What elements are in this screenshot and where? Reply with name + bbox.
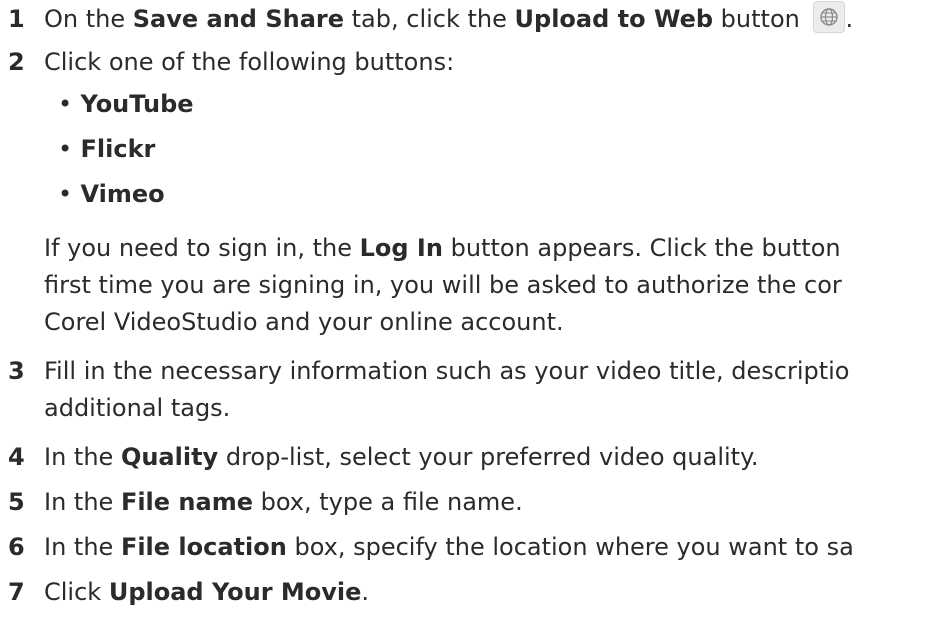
list-item: • YouTube (58, 90, 194, 118)
file-location-label: File location (120, 533, 287, 561)
upload-your-movie-label: Upload Your Movie (108, 578, 362, 606)
step-number: 5 (8, 488, 25, 516)
list-item: • Vimeo (58, 180, 165, 208)
file-name-label: File name (120, 488, 253, 516)
step-number: 1 (8, 5, 25, 33)
note-line: first time you are signing in, you will … (44, 271, 842, 299)
step-3-continuation: additional tags. (44, 394, 231, 422)
note-line: If you need to sign in, the Log In butto… (44, 234, 841, 262)
step-number: 6 (8, 533, 25, 561)
step-number: 2 (8, 48, 25, 76)
list-item: • Flickr (58, 135, 156, 163)
instructions-page: 1 On the Save and Share tab, click the U… (0, 0, 949, 635)
upload-to-web-label: Upload to Web (514, 5, 714, 33)
step-number: 7 (8, 578, 25, 606)
step-number: 3 (8, 357, 25, 385)
note-line: Corel VideoStudio and your online accoun… (44, 308, 564, 336)
save-and-share-tab-label: Save and Share (132, 5, 345, 33)
globe-icon (813, 1, 846, 33)
quality-label: Quality (120, 443, 219, 471)
step-number: 4 (8, 443, 25, 471)
